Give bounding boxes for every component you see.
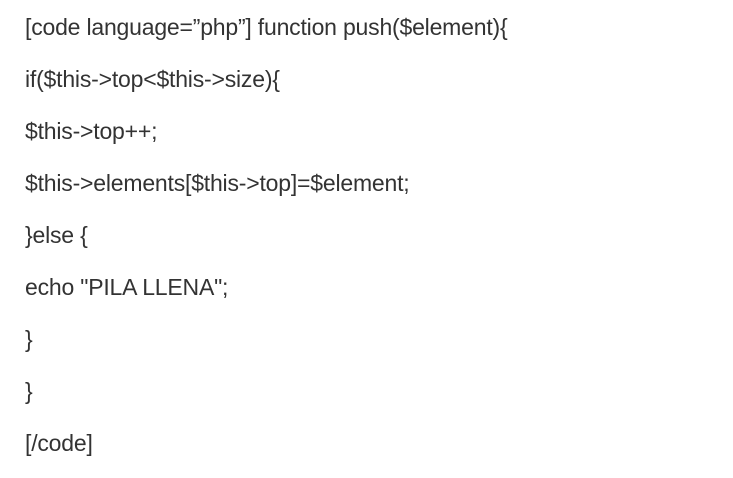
code-line-5: }else { [25,222,88,248]
code-line-3: $this->top++; [25,118,158,144]
code-line-7: } [25,326,33,352]
code-line-8: } [25,378,33,404]
code-line-1: [code language=”php”] function push($ele… [25,14,508,40]
code-line-4: $this->elements[$this->top]=$element; [25,170,410,196]
code-line-9: [/code] [25,430,93,456]
page: [code language=”php”] function push($ele… [0,0,733,478]
code-line-6: echo "PILA LLENA"; [25,274,229,300]
code-line-2: if($this->top<$this->size){ [25,66,280,92]
code-block: [code language=”php”] function push($ele… [25,5,733,473]
